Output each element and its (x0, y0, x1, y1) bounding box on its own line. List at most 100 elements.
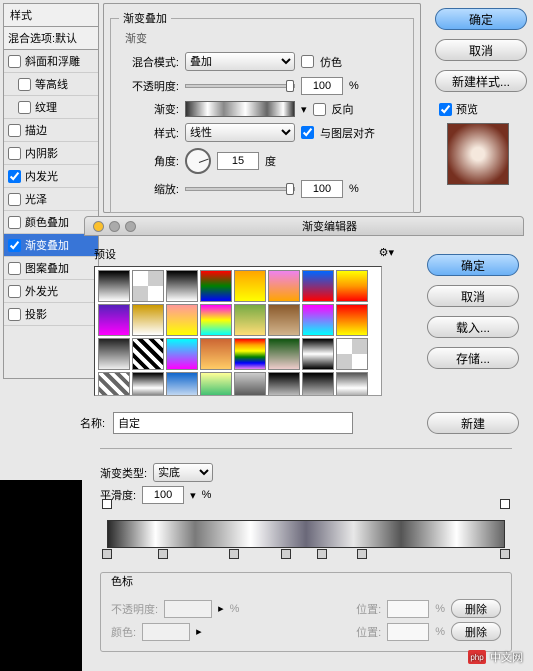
traffic-light-icon[interactable] (125, 221, 136, 232)
preset-swatch[interactable] (302, 338, 334, 370)
style-item[interactable]: 内发光 (4, 165, 98, 188)
angle-input[interactable] (217, 152, 259, 170)
preset-swatch[interactable] (336, 372, 368, 396)
preset-swatch[interactable] (98, 338, 130, 370)
color-stop[interactable] (500, 549, 510, 559)
opacity-stop[interactable] (102, 499, 112, 509)
preset-swatch[interactable] (200, 270, 232, 302)
style-checkbox[interactable] (8, 239, 21, 252)
style-checkbox[interactable] (18, 78, 31, 91)
load-button[interactable]: 载入... (427, 316, 519, 338)
stop-position2-input[interactable] (387, 623, 429, 641)
preset-swatch[interactable] (200, 372, 232, 396)
preset-swatch[interactable] (302, 372, 334, 396)
preset-swatch[interactable] (98, 270, 130, 302)
style-checkbox[interactable] (18, 101, 31, 114)
style-item[interactable]: 渐变叠加 (4, 234, 98, 257)
opacity-input[interactable] (301, 77, 343, 95)
traffic-light-icon[interactable] (93, 221, 104, 232)
cancel-button[interactable]: 取消 (435, 39, 527, 61)
style-checkbox[interactable] (8, 262, 21, 275)
gradient-type-select[interactable]: 实底 (153, 463, 213, 482)
color-stop[interactable] (281, 549, 291, 559)
style-item[interactable]: 纹理 (4, 96, 98, 119)
color-stop[interactable] (317, 549, 327, 559)
scale-slider[interactable] (185, 187, 295, 191)
preset-swatch[interactable] (98, 372, 130, 396)
preset-swatch[interactable] (234, 270, 266, 302)
style-checkbox[interactable] (8, 285, 21, 298)
editor-cancel-button[interactable]: 取消 (427, 285, 519, 307)
opacity-slider[interactable] (185, 84, 295, 88)
style-item[interactable]: 等高线 (4, 73, 98, 96)
preset-swatch[interactable] (302, 304, 334, 336)
gradient-editor-titlebar[interactable]: 渐变编辑器 (84, 216, 524, 236)
preset-swatch[interactable] (268, 304, 300, 336)
style-checkbox[interactable] (8, 147, 21, 160)
style-checkbox[interactable] (8, 170, 21, 183)
style-item[interactable]: 图案叠加 (4, 257, 98, 280)
style-item[interactable]: 投影 (4, 303, 98, 326)
traffic-light-icon[interactable] (109, 221, 120, 232)
preset-swatch[interactable] (200, 338, 232, 370)
save-button[interactable]: 存储... (427, 347, 519, 369)
gradient-dropdown-icon[interactable]: ▾ (301, 103, 307, 116)
preset-swatch[interactable] (132, 372, 164, 396)
preset-swatch[interactable] (234, 338, 266, 370)
color-stop[interactable] (158, 549, 168, 559)
stop-position-input[interactable] (387, 600, 429, 618)
gear-icon[interactable]: ⚙▾ (379, 246, 394, 259)
preset-swatch[interactable] (98, 304, 130, 336)
preset-swatch[interactable] (166, 372, 198, 396)
color-stop[interactable] (229, 549, 239, 559)
new-style-button[interactable]: 新建样式... (435, 70, 527, 92)
gradient-bar[interactable] (107, 520, 505, 548)
preview-checkbox[interactable] (439, 103, 452, 116)
preset-swatch[interactable] (166, 338, 198, 370)
preset-swatch[interactable] (234, 372, 266, 396)
preset-swatch[interactable] (132, 338, 164, 370)
preset-swatch[interactable] (268, 372, 300, 396)
preset-swatch[interactable] (234, 304, 266, 336)
style-checkbox[interactable] (8, 124, 21, 137)
stop-opacity-input[interactable] (164, 600, 212, 618)
preset-swatch[interactable] (166, 304, 198, 336)
angle-dial[interactable] (185, 148, 211, 174)
color-stop[interactable] (102, 549, 112, 559)
align-checkbox[interactable] (301, 126, 314, 139)
gradient-picker[interactable] (185, 101, 295, 117)
preset-swatch[interactable] (166, 270, 198, 302)
preset-swatch[interactable] (132, 304, 164, 336)
preset-grid[interactable] (94, 266, 382, 396)
preset-swatch[interactable] (336, 270, 368, 302)
color-stop[interactable] (357, 549, 367, 559)
style-checkbox[interactable] (8, 216, 21, 229)
blend-options-default[interactable]: 混合选项:默认 (4, 27, 98, 50)
style-checkbox[interactable] (8, 55, 21, 68)
style-checkbox[interactable] (8, 308, 21, 321)
reverse-checkbox[interactable] (313, 103, 326, 116)
dither-checkbox[interactable] (301, 55, 314, 68)
preset-swatch[interactable] (200, 304, 232, 336)
name-input[interactable] (113, 412, 353, 434)
new-button[interactable]: 新建 (427, 412, 519, 434)
preset-swatch[interactable] (268, 338, 300, 370)
editor-ok-button[interactable]: 确定 (427, 254, 519, 276)
style-item[interactable]: 内阴影 (4, 142, 98, 165)
opacity-stop[interactable] (500, 499, 510, 509)
delete-stop-button[interactable]: 删除 (451, 599, 501, 618)
stop-color-swatch[interactable] (142, 623, 190, 641)
ok-button[interactable]: 确定 (435, 8, 527, 30)
preset-swatch[interactable] (302, 270, 334, 302)
preset-swatch[interactable] (336, 338, 368, 370)
style-item[interactable]: 光泽 (4, 188, 98, 211)
preset-swatch[interactable] (336, 304, 368, 336)
preset-swatch[interactable] (268, 270, 300, 302)
style-checkbox[interactable] (8, 193, 21, 206)
style-item[interactable]: 外发光 (4, 280, 98, 303)
style-item[interactable]: 描边 (4, 119, 98, 142)
scale-input[interactable] (301, 180, 343, 198)
preset-swatch[interactable] (132, 270, 164, 302)
blend-mode-select[interactable]: 叠加 (185, 52, 295, 71)
style-item[interactable]: 斜面和浮雕 (4, 50, 98, 73)
